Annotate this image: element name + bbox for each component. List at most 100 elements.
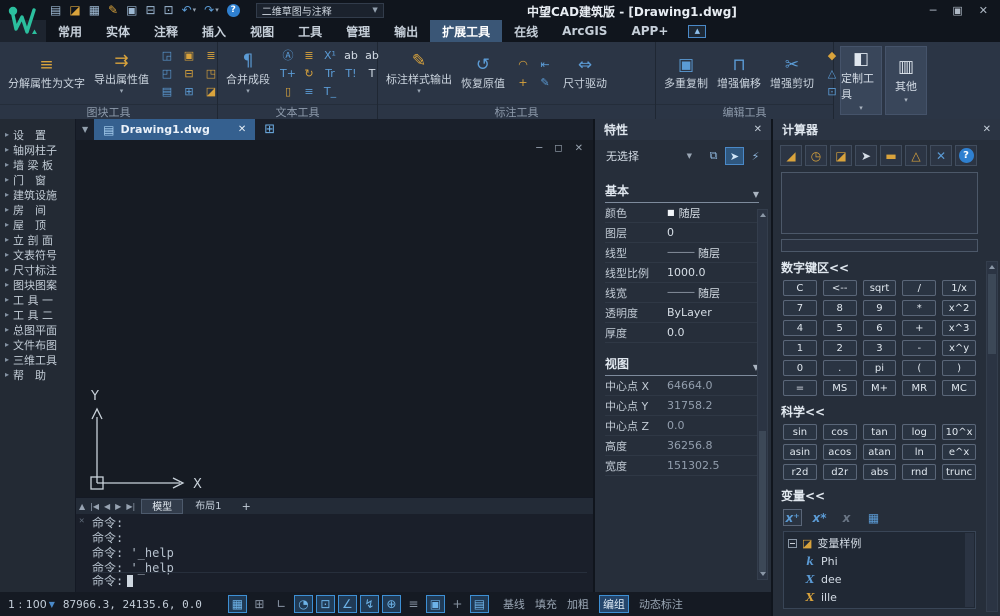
sidebar-item[interactable]: 工 具 一 [0, 292, 75, 307]
variable-tool-button[interactable]: x⁺ [783, 509, 802, 526]
status-mode-toggle[interactable]: 填充 [535, 596, 557, 612]
scroll-up-icon[interactable] [989, 265, 995, 269]
menu-tab[interactable]: 注释 [142, 20, 190, 42]
property-row[interactable]: 线型比例 1000.0 [605, 263, 759, 283]
document-tab[interactable]: ▤ Drawing1.dwg ✕ [94, 119, 255, 140]
calculator-key[interactable]: rnd [902, 464, 936, 480]
calculator-key[interactable]: ( [902, 360, 936, 376]
sidebar-item[interactable]: 文件布图 [0, 337, 75, 352]
tool-icon[interactable]: ◳ [203, 66, 219, 81]
sidebar-item[interactable]: 墙 梁 板 [0, 157, 75, 172]
calculator-key[interactable]: x^2 [942, 300, 976, 316]
calculator-key[interactable]: MS [823, 380, 857, 396]
tool-icon[interactable]: ◰ [159, 66, 175, 81]
variable-item[interactable]: X ille [788, 588, 971, 606]
calculator-tool-button[interactable]: ▬ [880, 145, 902, 166]
science-section-label[interactable]: 科学<< [773, 396, 1000, 423]
calculator-key[interactable]: log [902, 424, 936, 440]
calculator-tool-button[interactable]: ◷ [805, 145, 827, 166]
calculator-key[interactable]: = [783, 380, 817, 396]
selection-dropdown[interactable]: 无选择 ▼ [603, 146, 701, 166]
status-mode-toggle[interactable]: 编组 [599, 595, 629, 613]
collapse-icon[interactable] [788, 539, 797, 548]
doc-window-control[interactable]: ✕ [575, 143, 583, 154]
calculator-key[interactable]: 4 [783, 320, 817, 336]
quick-access-button[interactable]: ⊟▾ [145, 3, 155, 17]
calculator-close-icon[interactable]: ✕ [983, 124, 991, 135]
tree-folder-row[interactable]: ◪ 变量样例 [788, 534, 971, 552]
tool-icon[interactable]: T! [343, 66, 359, 81]
tool-icon[interactable]: ▣ [181, 48, 197, 63]
properties-tool-button[interactable]: ➤ [725, 147, 744, 165]
variables-section-label[interactable]: 变量<< [773, 480, 1000, 507]
property-value[interactable]: ———随层 [667, 245, 759, 261]
tool-icon[interactable]: ◪ [203, 84, 219, 99]
calculator-key[interactable]: asin [783, 444, 817, 460]
calculator-key[interactable]: - [902, 340, 936, 356]
property-value[interactable]: ByLayer [667, 306, 759, 319]
property-value[interactable]: 1000.0 [667, 266, 759, 279]
calculator-key[interactable]: d2r [823, 464, 857, 480]
calculator-key[interactable]: 8 [823, 300, 857, 316]
menu-tab[interactable]: 管理 [334, 20, 382, 42]
quick-access-button[interactable]: ◪▾ [69, 3, 80, 17]
ribbon-button[interactable]: ⇔ 尺寸驱动 [560, 55, 610, 92]
ribbon-button[interactable]: ⇉ 导出属性值 [91, 51, 152, 96]
tool-icon[interactable]: ✎ [537, 75, 553, 90]
variable-tool-button[interactable]: ▦ [864, 509, 883, 526]
property-row[interactable]: 宽度 151302.5 [605, 456, 759, 476]
quick-access-button[interactable]: ↷▾ [204, 3, 219, 17]
calculator-key[interactable]: abs [863, 464, 897, 480]
tool-icon[interactable]: ≣ [301, 48, 317, 63]
calculator-key[interactable]: cos [823, 424, 857, 440]
status-toggle-button[interactable]: ∟ [272, 595, 291, 613]
calculator-key[interactable]: pi [863, 360, 897, 376]
sidebar-item[interactable]: 尺寸标注 [0, 262, 75, 277]
section-header[interactable]: 基本 ▼ [605, 182, 759, 203]
maximize-button[interactable]: ▣ [952, 4, 962, 17]
status-toggle-button[interactable]: ↯ [360, 595, 379, 613]
status-toggle-button[interactable]: ∠ [338, 595, 357, 613]
close-button[interactable]: ✕ [979, 4, 988, 17]
tool-icon[interactable]: ◲ [159, 48, 175, 63]
calculator-key[interactable]: + [902, 320, 936, 336]
ribbon-tool-dropdown-button[interactable]: ▥ 其他 [885, 46, 927, 115]
sidebar-item[interactable]: 帮 助 [0, 367, 75, 382]
ribbon-button[interactable]: ↺ 恢复原值 [458, 51, 508, 96]
ribbon-button[interactable]: ⊓ 增强偏移 [714, 55, 764, 92]
quick-access-button[interactable]: ⊡▾ [164, 3, 174, 17]
calculator-tool-button[interactable]: ➤ [855, 145, 877, 166]
status-toggle-button[interactable]: ▦ [228, 595, 247, 613]
tool-icon[interactable]: X¹ [322, 48, 338, 63]
property-row[interactable]: 图层 0 [605, 223, 759, 243]
calculator-key[interactable]: 7 [783, 300, 817, 316]
app-logo[interactable] [0, 0, 46, 42]
calculator-key[interactable]: M+ [863, 380, 897, 396]
calculator-tool-button[interactable]: ◢ [780, 145, 802, 166]
add-layout-button[interactable]: + [236, 500, 257, 513]
tool-icon[interactable]: ⇤ [537, 57, 553, 72]
variable-item[interactable]: k Phi [788, 552, 971, 570]
numpad-section-label[interactable]: 数字键区<< [773, 252, 1000, 279]
menu-tab[interactable]: 扩展工具 [430, 20, 502, 42]
tool-icon[interactable]: ab [343, 48, 359, 63]
menu-tab[interactable]: ArcGIS [550, 20, 619, 42]
tree-scrollbar[interactable] [965, 533, 974, 607]
menu-tab[interactable]: 在线 [502, 20, 550, 42]
property-value[interactable]: 0 [667, 226, 759, 239]
calculator-tool-button[interactable]: ✕ [930, 145, 952, 166]
property-row[interactable]: 厚度 0.0 [605, 323, 759, 343]
calculator-key[interactable]: 2 [823, 340, 857, 356]
quick-access-button[interactable]: ▣▾ [126, 3, 137, 17]
quick-access-button[interactable]: ▦▾ [89, 3, 100, 17]
command-close-icon[interactable]: ✕ [79, 516, 84, 526]
status-toggle-button[interactable]: ◔ [294, 595, 313, 613]
layout-tab[interactable]: 布局1 [185, 499, 231, 514]
calculator-key[interactable]: . [823, 360, 857, 376]
sidebar-item[interactable]: 立 剖 面 [0, 232, 75, 247]
sidebar-item[interactable]: 文表符号 [0, 247, 75, 262]
new-drawing-button[interactable]: ⊞ [264, 122, 275, 137]
workspace-selector[interactable]: 二维草图与注释 ▼ [256, 3, 384, 18]
doc-window-control[interactable]: ─ [536, 143, 542, 154]
calculator-key[interactable]: MR [902, 380, 936, 396]
